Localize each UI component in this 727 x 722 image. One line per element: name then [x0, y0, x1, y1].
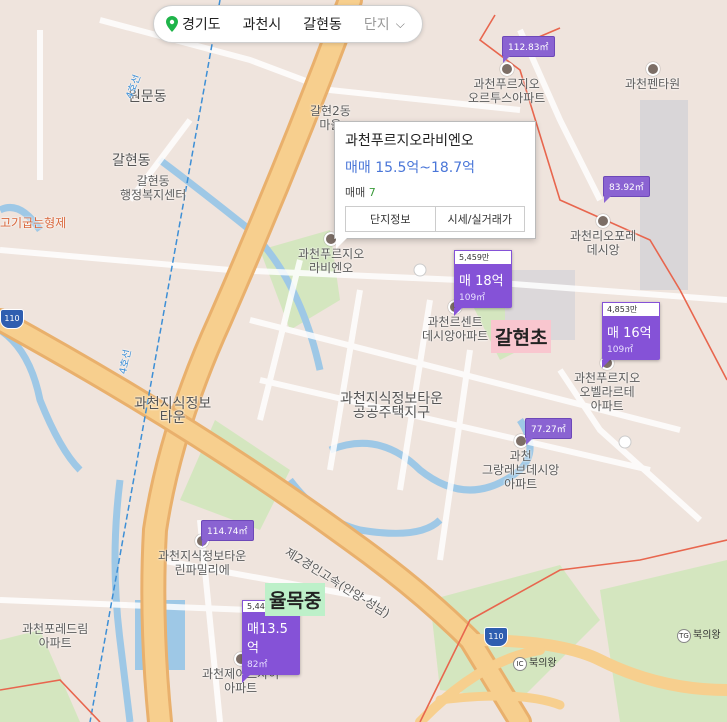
price-history-button[interactable]: 시세/실거래가 [434, 207, 525, 231]
marker-price: 매 18억 [459, 274, 504, 289]
marker-orthus[interactable]: 112.83㎡ [502, 36, 555, 63]
tg-icon: TG [677, 629, 691, 643]
marker-price-per-pyeong: 4,853만 [602, 302, 660, 317]
marker-area: 82㎡ [247, 660, 268, 670]
marker-orbellarte[interactable]: 4,853만 매 16억 109㎡ [602, 302, 660, 368]
tg-bukuiwang: TG 북의왕 [677, 626, 721, 643]
apartment-icon [499, 62, 514, 76]
label-jisik-town: 과천지식정보 타운 [134, 396, 212, 426]
chevron-down-icon[interactable]: ⌵ [396, 17, 405, 32]
label-galhyeon-center: 갈현동 행정복지센터 [120, 174, 187, 202]
building-icon [645, 62, 660, 76]
marker-area: 109㎡ [607, 345, 634, 355]
breadcrumb-dong[interactable]: 갈현동 [303, 14, 342, 34]
label-gogi: 고기굽는형제 [0, 216, 67, 230]
complex-popup[interactable]: 과천푸르지오라비엔오 매매 15.5억~18.7억 매매 7 단지정보 시세/실… [334, 121, 536, 239]
popup-tail [336, 237, 348, 249]
marker-price: 매13.5억 [247, 622, 288, 656]
popup-title: 과천푸르지오라비엔오 [345, 133, 474, 149]
breadcrumb-province[interactable]: 경기도 [182, 14, 221, 34]
label-grandreve: 과천 그랑레브데시앙 아파트 [482, 434, 559, 491]
school-galhyeon-elementary[interactable]: 갈현초 [491, 320, 552, 353]
roundabout [413, 263, 427, 277]
breadcrumb: 경기도 과천시 갈현동 단지 ⌵ [153, 5, 423, 43]
marker-area: 109㎡ [459, 293, 486, 303]
marker-price-per-pyeong: 5,459만 [454, 250, 512, 265]
popup-price: 매매 15.5억~18.7억 [345, 160, 476, 176]
route-110-shield: 110 [0, 309, 24, 329]
complex-info-button[interactable]: 단지정보 [346, 207, 435, 231]
label-jisik-public: 과천지식정보타운 공공주택지구 [340, 391, 444, 421]
label-orthus: 과천푸르지오 오르투스아파트 [468, 62, 545, 105]
roundabout [618, 435, 632, 449]
location-pin-icon [166, 16, 178, 32]
marker-riopore[interactable]: 83.92㎡ [603, 176, 650, 203]
marker-price: 매 16억 [607, 326, 652, 341]
school-yulmok-middle[interactable]: 율목중 [265, 583, 326, 616]
popup-count: 매매 7 [345, 186, 376, 199]
ic-bukuiwang: IC 북의왕 [513, 654, 557, 671]
route-110-shield: 110 [484, 627, 508, 647]
label-forestrim: 과천포레드림 아파트 [22, 622, 89, 650]
label-riopore: 과천리오포레 데시앙 [570, 214, 636, 257]
marker-grandreve[interactable]: 77.27㎡ [525, 418, 572, 445]
breadcrumb-city[interactable]: 과천시 [243, 14, 282, 34]
ic-icon: IC [513, 657, 527, 671]
apartment-icon [596, 214, 611, 228]
label-pentower: 과천펜타원 [625, 62, 680, 91]
marker-centre[interactable]: 5,459만 매 18억 109㎡ [454, 250, 512, 316]
breadcrumb-type[interactable]: 단지 [364, 14, 390, 34]
popup-buttons: 단지정보 시세/실거래가 [345, 206, 525, 232]
label-galhyeon: 갈현동 [112, 153, 151, 169]
marker-lean[interactable]: 114.74㎡ [201, 520, 254, 547]
